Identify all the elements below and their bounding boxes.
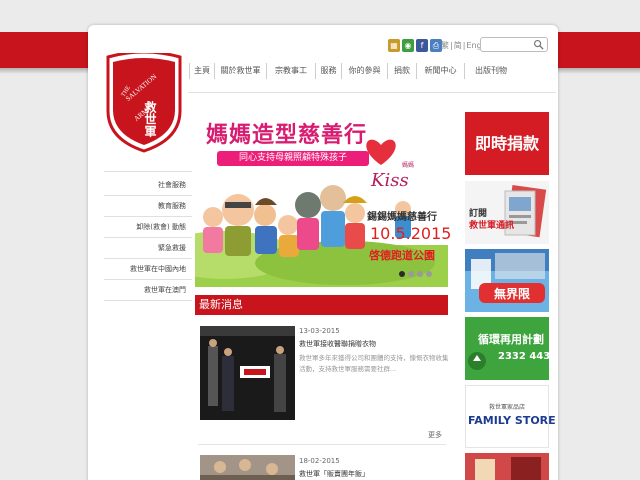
subscribe-line-1: 訂閱 [469, 209, 488, 219]
subscribe-line-2: 救世軍通訊 [469, 221, 515, 231]
slide-indicators [399, 271, 432, 277]
news-title-1[interactable]: 救世軍接收醫聯捐贈衣物 [299, 339, 376, 349]
news-date-1: 13-03-2015 [299, 327, 340, 335]
slide-dot[interactable] [399, 271, 405, 277]
search-input[interactable] [481, 44, 533, 57]
lang-traditional[interactable]: 繁 [441, 41, 449, 50]
family-store-logo: FAMILY STORE [468, 414, 556, 427]
news-separator [198, 444, 446, 445]
banner-venue: 啓德跑道公園 [369, 249, 435, 262]
lang-simplified[interactable]: 简 [454, 41, 462, 50]
sitemap-icon[interactable]: ▦ [388, 38, 400, 52]
nav-get-involved[interactable]: 你的參與 [341, 63, 387, 79]
language-switcher: 繁|简|Eng [441, 41, 482, 50]
search-box [480, 37, 548, 57]
banner-event-name: 錫錫媽媽慈善行 [367, 212, 437, 223]
banner-date: 10.5.2015 [370, 224, 452, 243]
news-more-link[interactable]: 更多 [428, 430, 442, 440]
news-photo-2[interactable] [200, 455, 295, 480]
news-photo-2-image [200, 455, 295, 480]
nav-news-centre[interactable]: 新聞中心 [416, 63, 464, 79]
nav-donate[interactable]: 捐款 [387, 63, 416, 79]
recycle-image [465, 317, 549, 380]
kiss-logo-text: Kiss [371, 170, 409, 191]
slide-dot[interactable] [417, 271, 423, 277]
banner-title: 媽媽造型慈善行 [206, 123, 368, 148]
utility-icons: ▦ ◉ f ⎙ [388, 37, 442, 53]
nav-divider [188, 92, 556, 93]
sidebar: 社會服務 教育服務 卸除(救會) 動態 緊急救援 救世軍在中國內地 救世軍在澳門 [104, 171, 192, 301]
news-summary-1-line-1: 救世軍多年來獲得公司和團體的支持，慷慨衣物收集 [299, 354, 449, 362]
wechat-icon[interactable]: ◉ [402, 38, 414, 52]
facebook-icon[interactable]: f [416, 38, 428, 52]
search-icon[interactable] [533, 39, 544, 50]
main-nav: 主頁 關於救世軍 宗教事工 服務 你的參與 捐款 新聞中心 出版刊物 [189, 63, 517, 79]
nav-services[interactable]: 服務 [315, 63, 341, 79]
recycle-phone: 2332 4433 [498, 351, 558, 362]
bottom-right-image [465, 453, 549, 480]
news-photo-1[interactable] [200, 326, 295, 420]
family-store-small: 救世軍家品店 [489, 404, 526, 411]
sidebar-item-social-services[interactable]: 社會服務 [104, 175, 192, 196]
news-photo-1-image [200, 326, 295, 420]
donate-now-button[interactable]: 即時捐款 [465, 112, 549, 175]
borderless-image: 無界限 [465, 249, 549, 312]
news-summary-1-line-2: 活動，支持救世軍服務需要社群... [299, 365, 397, 373]
bottom-right-banner[interactable] [465, 453, 549, 480]
news-title-2[interactable]: 救世軍「販賣團年飯」 [299, 469, 369, 479]
recycle-banner[interactable] [465, 317, 549, 380]
sidebar-item-macau[interactable]: 救世軍在澳門 [104, 280, 192, 301]
subscribe-label: 訂閱 救世軍通訊 [469, 208, 514, 232]
news-date-2: 18-02-2015 [299, 457, 340, 465]
recycle-title: 循環再用計劃 [478, 333, 544, 346]
news-summary-1: 救世軍多年來獲得公司和團體的支持，慷慨衣物收集 活動，支持救世軍服務需要社群..… [299, 353, 449, 375]
sidebar-item-education[interactable]: 教育服務 [104, 196, 192, 217]
news-header: 最新消息 [195, 295, 448, 315]
borderless-banner[interactable]: 無界限 [465, 249, 549, 312]
nav-about[interactable]: 關於救世軍 [214, 63, 266, 79]
kiss-small-label: 媽媽 [402, 162, 415, 169]
salvation-army-logo[interactable]: THE SALVATION ARMY 救世軍 [104, 53, 184, 153]
nav-home[interactable]: 主頁 [189, 63, 214, 79]
sidebar-item-news[interactable]: 卸除(救會) 動態 [104, 217, 192, 238]
sidebar-item-emergency[interactable]: 緊急救援 [104, 238, 192, 259]
nav-ministry[interactable]: 宗教事工 [266, 63, 315, 79]
nav-publications[interactable]: 出版刊物 [464, 63, 517, 79]
borderless-text: 無界限 [494, 286, 530, 301]
banner-subtitle: 同心支持母親照顧特殊孩子 [217, 151, 369, 166]
slide-dot[interactable] [426, 271, 432, 277]
sidebar-item-china[interactable]: 救世軍在中國內地 [104, 259, 192, 280]
logo-chinese: 救世軍 [143, 100, 157, 138]
slide-dot[interactable] [408, 271, 414, 277]
